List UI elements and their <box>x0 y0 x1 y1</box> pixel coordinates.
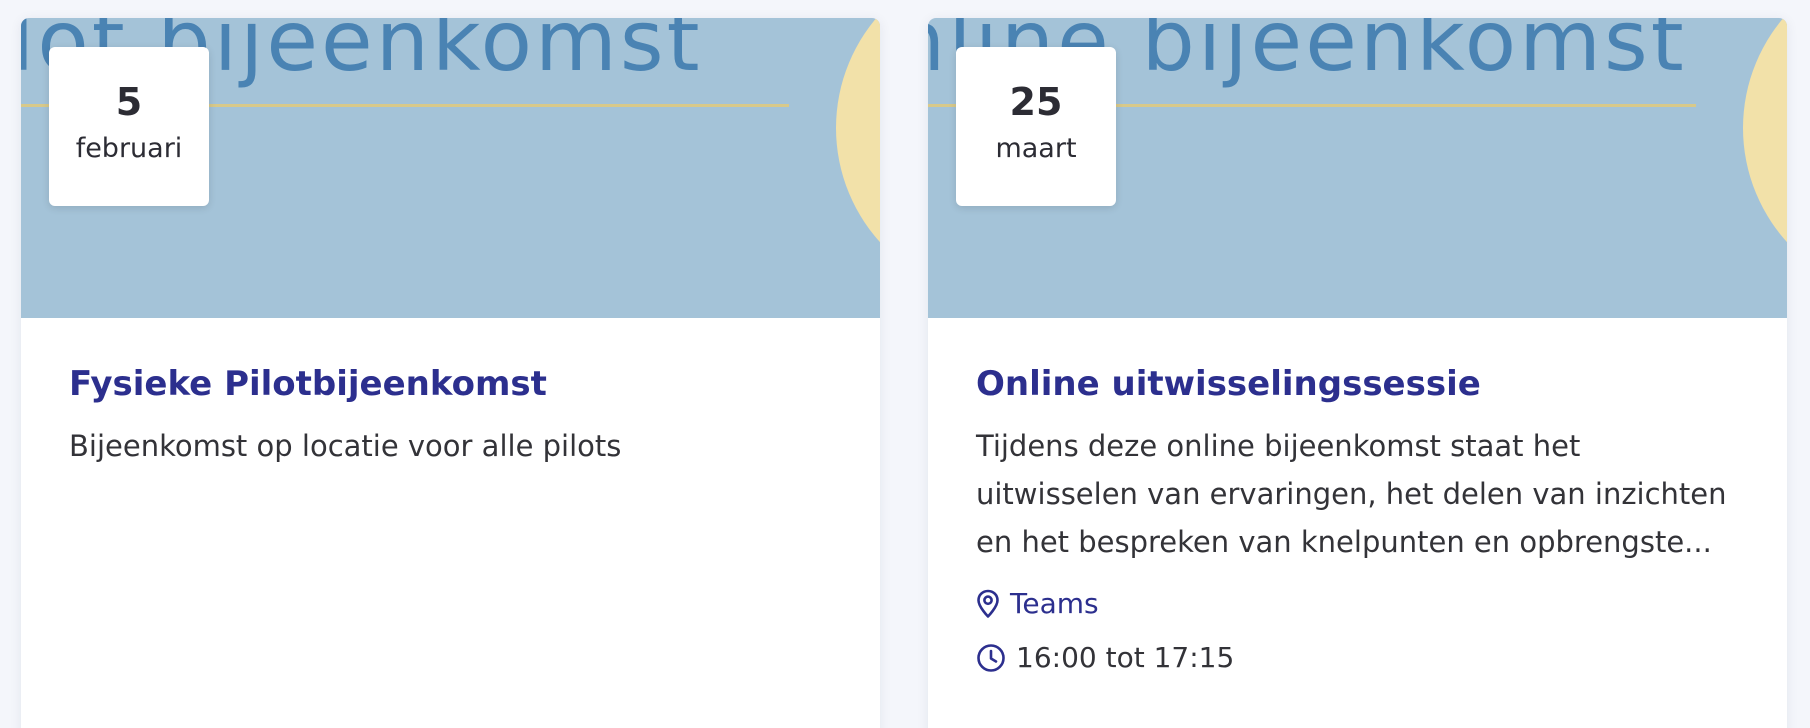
date-month: maart <box>995 133 1077 164</box>
banner-circle <box>836 18 880 298</box>
description-line: Tijdens deze online bijeenkomst staat he… <box>976 429 1581 463</box>
event-banner-image: lot bijeenkomst 5 februari <box>21 18 880 318</box>
date-day: 25 <box>1009 80 1063 124</box>
map-pin-icon <box>977 589 999 618</box>
event-description: Bijeenkomst op locatie voor alle pilots <box>69 422 832 470</box>
date-day: 5 <box>115 80 143 124</box>
event-card[interactable]: lot bijeenkomst 5 februari Fysieke Pilot… <box>21 18 880 728</box>
event-content: Fysieke Pilotbijeenkomst Bijeenkomst op … <box>21 318 880 470</box>
event-time-text: 16:00 tot 17:15 <box>1016 641 1235 674</box>
event-banner-image: nline bijeenkomst 25 maart <box>928 18 1787 318</box>
description-line: Bijeenkomst op locatie voor alle pilots <box>69 429 622 463</box>
date-badge: 25 maart <box>956 47 1116 206</box>
event-location-text: Teams <box>1010 587 1099 620</box>
banner-circle <box>1743 18 1787 298</box>
event-location: Teams <box>976 587 1739 621</box>
event-time: 16:00 tot 17:15 <box>976 641 1739 675</box>
event-card[interactable]: nline bijeenkomst 25 maart Online uitwis… <box>928 18 1787 728</box>
clock-icon <box>977 644 1005 672</box>
description-line: uitwisselen van ervaringen, het delen va… <box>976 477 1727 511</box>
date-month: februari <box>75 133 183 164</box>
event-description: Tijdens deze online bijeenkomst staat he… <box>976 422 1739 566</box>
description-line: en het bespreken van knelpunten en opbre… <box>976 525 1712 559</box>
event-content: Online uitwisselingssessie Tijdens deze … <box>928 318 1787 675</box>
date-badge: 5 februari <box>49 47 209 206</box>
event-title-link[interactable]: Fysieke Pilotbijeenkomst <box>69 361 832 407</box>
event-title-link[interactable]: Online uitwisselingssessie <box>976 361 1739 407</box>
